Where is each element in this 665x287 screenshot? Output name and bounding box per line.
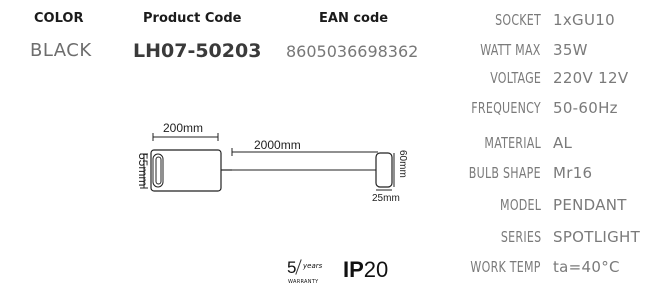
- spec-label: WATT MAX: [480, 41, 541, 59]
- ip-rating-badge: IP20: [343, 257, 388, 283]
- ip-prefix: IP: [343, 257, 364, 282]
- body-height-label: 55mm: [136, 153, 150, 186]
- spec-row: WATT MAX 35W: [440, 41, 660, 65]
- spec-row: WORK TEMP ta=40°C: [440, 258, 660, 282]
- warranty-unit: years: [303, 262, 323, 270]
- spec-value: ta=40°C: [553, 258, 620, 276]
- ip-rating-value: 20: [363, 257, 389, 282]
- canopy-width-label: 25mm: [372, 193, 400, 204]
- spec-row: MODEL PENDANT: [440, 196, 660, 220]
- spec-label: MODEL: [499, 196, 541, 214]
- spec-label: SOCKET: [495, 11, 541, 29]
- spec-row: FREQUENCY 50-60Hz: [440, 99, 660, 123]
- spec-value: PENDANT: [553, 196, 627, 214]
- warranty-badge: 5 years WARRANTY: [287, 258, 331, 285]
- spec-row: MATERIAL AL: [440, 134, 660, 158]
- product-spec-sheet: COLOR Product Code EAN code BLACK LH07-5…: [0, 0, 665, 287]
- spec-value: 1xGU10: [553, 11, 615, 29]
- spec-label: WORK TEMP: [470, 258, 541, 276]
- lamp-lens-inner: [155, 156, 162, 185]
- body-length-label: 200mm: [163, 121, 203, 135]
- warranty-number: 5: [287, 258, 297, 277]
- spec-label: MATERIAL: [484, 134, 541, 152]
- spec-value: AL: [553, 134, 573, 152]
- spec-label: VOLTAGE: [490, 69, 541, 87]
- spec-row: SERIES SPOTLIGHT: [440, 228, 660, 252]
- spec-row: BULB SHAPE Mr16: [440, 164, 660, 188]
- spec-value: 50-60Hz: [553, 99, 618, 117]
- cable-length-label: 2000mm: [254, 138, 301, 152]
- spec-label: FREQUENCY: [471, 99, 541, 117]
- spec-row: VOLTAGE 220V 12V: [440, 69, 660, 93]
- spec-label: BULB SHAPE: [468, 164, 541, 182]
- spec-label: SERIES: [500, 228, 541, 246]
- canopy-height-label: 60mm: [397, 150, 408, 178]
- ceiling-canopy: [375, 152, 393, 188]
- spec-value: 220V 12V: [553, 69, 629, 87]
- spec-value: SPOTLIGHT: [553, 228, 641, 246]
- warranty-label: WARRANTY: [288, 279, 319, 285]
- spec-row: SOCKET 1xGU10: [440, 11, 660, 35]
- spec-value: 35W: [553, 41, 588, 59]
- spec-value: Mr16: [553, 164, 593, 182]
